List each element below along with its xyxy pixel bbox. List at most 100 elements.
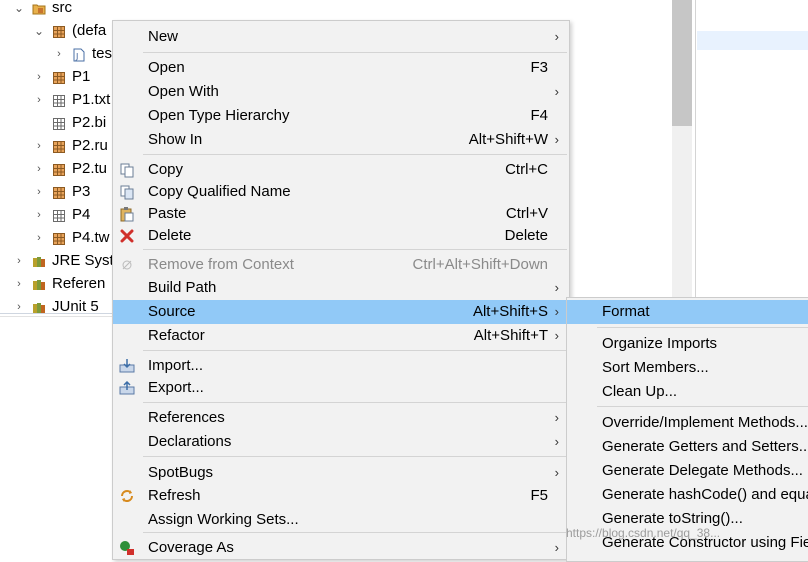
menu-item-build-path[interactable]: Build Path › xyxy=(113,276,569,300)
menu-item-export[interactable]: Export... xyxy=(113,376,569,400)
package-icon xyxy=(52,24,66,38)
chevron-right-icon: › xyxy=(554,540,559,555)
chevron-right-icon[interactable]: › xyxy=(53,43,65,65)
menu-item-copy[interactable]: Copy Ctrl+C xyxy=(113,158,569,182)
remove-context-icon xyxy=(119,257,135,273)
menu-item-label: Assign Working Sets... xyxy=(148,511,299,528)
submenu-item-format[interactable]: Format xyxy=(567,300,808,324)
chevron-right-icon[interactable]: › xyxy=(13,250,25,272)
tree-divider xyxy=(0,313,112,314)
package-empty-icon xyxy=(52,116,66,130)
menu-item-shortcut: F3 xyxy=(530,59,548,76)
context-menu: New › Open F3 Open With › Open Type Hierarchy F… xyxy=(112,20,570,560)
menu-item-spotbugs[interactable]: SpotBugs › xyxy=(113,461,569,485)
menu-separator xyxy=(143,532,567,533)
menu-item-assign-working-sets[interactable]: Assign Working Sets... xyxy=(113,508,569,532)
menu-item-shortcut: Ctrl+V xyxy=(505,205,548,222)
submenu-item-override-implement-methods[interactable]: Override/Implement Methods... xyxy=(567,411,808,435)
chevron-right-icon[interactable]: › xyxy=(33,181,45,203)
tree-item-label: Referen xyxy=(52,275,106,292)
library-icon xyxy=(32,300,46,314)
chevron-down-icon[interactable]: ⌄ xyxy=(13,0,25,19)
menu-item-open-with[interactable]: Open With › xyxy=(113,80,569,104)
tree-item-label: P4 xyxy=(72,206,91,223)
menu-item-shortcut: Ctrl+C xyxy=(505,161,548,178)
menu-item-label: Export... xyxy=(148,379,204,396)
submenu-item-generate-getters-and-setters[interactable]: Generate Getters and Setters... xyxy=(567,435,808,459)
chevron-right-icon: › xyxy=(554,434,559,449)
package-empty-icon xyxy=(52,93,66,107)
editor-current-line xyxy=(697,31,808,50)
menu-item-source[interactable]: Source Alt+Shift+S › xyxy=(113,300,569,324)
menu-item-label: Open With xyxy=(148,83,219,100)
library-icon xyxy=(32,277,46,291)
menu-item-coverage-as[interactable]: Coverage As › xyxy=(113,536,569,560)
menu-item-paste[interactable]: Paste Ctrl+V xyxy=(113,202,569,226)
chevron-right-icon[interactable]: › xyxy=(33,227,45,249)
tree-item-label: P2.tu xyxy=(72,160,108,177)
menu-item-references[interactable]: References › xyxy=(113,406,569,430)
source-folder-icon xyxy=(32,1,46,15)
menu-item-label: Show In xyxy=(148,131,203,148)
coverage-icon xyxy=(119,540,135,556)
chevron-right-icon[interactable]: › xyxy=(13,273,25,295)
menu-item-new[interactable]: New › xyxy=(113,25,569,49)
menu-item-shortcut: Delete xyxy=(504,227,548,244)
menu-item-delete[interactable]: Delete Delete xyxy=(113,224,569,248)
menu-item-shortcut: Alt+Shift+W xyxy=(468,131,548,148)
tree-item-label: (defa xyxy=(72,22,107,39)
submenu-item-label: Generate Delegate Methods... xyxy=(602,462,803,479)
submenu-item-generate-hashcode-and-equals[interactable]: Generate hashCode() and equals()... xyxy=(567,483,808,507)
menu-separator xyxy=(143,154,567,155)
watermark: https://blog.csdn.net/qq_38... xyxy=(566,526,721,540)
submenu-item-clean-up[interactable]: Clean Up... xyxy=(567,380,808,404)
source-submenu: Format Organize Imports Sort Members... Cle… xyxy=(566,297,808,562)
chevron-right-icon: › xyxy=(554,29,559,44)
chevron-down-icon[interactable]: ⌄ xyxy=(33,20,45,42)
menu-item-label: Delete xyxy=(148,227,192,244)
copy-qualified-icon xyxy=(119,184,135,200)
chevron-right-icon[interactable]: › xyxy=(13,296,25,318)
submenu-item-organize-imports[interactable]: Organize Imports xyxy=(567,332,808,356)
tree-item-label: JUnit 5 xyxy=(52,298,99,315)
chevron-right-icon[interactable]: › xyxy=(33,158,45,180)
menu-item-open[interactable]: Open F3 xyxy=(113,56,569,80)
menu-item-open-type-hierarchy[interactable]: Open Type Hierarchy F4 xyxy=(113,104,569,128)
menu-item-copy-qualified-name[interactable]: Copy Qualified Name xyxy=(113,180,569,204)
tree-item-label: JRE Syst xyxy=(52,252,114,269)
menu-item-shortcut: Alt+Shift+T xyxy=(473,327,548,344)
submenu-item-generate-delegate-methods[interactable]: Generate Delegate Methods... xyxy=(567,459,808,483)
tree-item-label: tes xyxy=(92,45,113,62)
menu-item-label: Coverage As xyxy=(148,539,234,556)
submenu-item-sort-members[interactable]: Sort Members... xyxy=(567,356,808,380)
tree-item-label: P1 xyxy=(72,68,91,85)
chevron-right-icon[interactable]: › xyxy=(33,89,45,111)
chevron-right-icon[interactable]: › xyxy=(33,66,45,88)
menu-item-label: Build Path xyxy=(148,279,217,296)
menu-item-label: SpotBugs xyxy=(148,464,214,481)
svg-text:J: J xyxy=(75,52,78,61)
tree-item-label: src xyxy=(52,0,72,16)
menu-item-show-in[interactable]: Show In Alt+Shift+W › xyxy=(113,128,569,152)
menu-item-label: Import... xyxy=(148,357,204,374)
submenu-item-label: Organize Imports xyxy=(602,335,718,352)
menu-item-label: Open xyxy=(148,59,185,76)
menu-item-label: Refresh xyxy=(148,487,201,504)
tree-item-label: P4.tw xyxy=(72,229,110,246)
menu-item-import[interactable]: Import... xyxy=(113,354,569,378)
chevron-right-icon[interactable]: › xyxy=(33,204,45,226)
chevron-right-icon: › xyxy=(554,280,559,295)
menu-item-refresh[interactable]: Refresh F5 xyxy=(113,484,569,508)
menu-separator xyxy=(597,406,808,407)
package-icon xyxy=(52,231,66,245)
menu-item-refactor[interactable]: Refactor Alt+Shift+T › xyxy=(113,324,569,348)
tree-item-label: P1.txt xyxy=(72,91,111,108)
tree-scrollbar-thumb[interactable] xyxy=(672,0,692,126)
tree-item-label: P2.bi xyxy=(72,114,107,131)
chevron-right-icon[interactable]: › xyxy=(33,135,45,157)
menu-item-label: Declarations xyxy=(148,433,232,450)
export-icon xyxy=(119,380,135,396)
menu-item-label: Copy xyxy=(148,161,184,178)
menu-item-label: New xyxy=(148,28,179,45)
menu-item-declarations[interactable]: Declarations › xyxy=(113,430,569,454)
